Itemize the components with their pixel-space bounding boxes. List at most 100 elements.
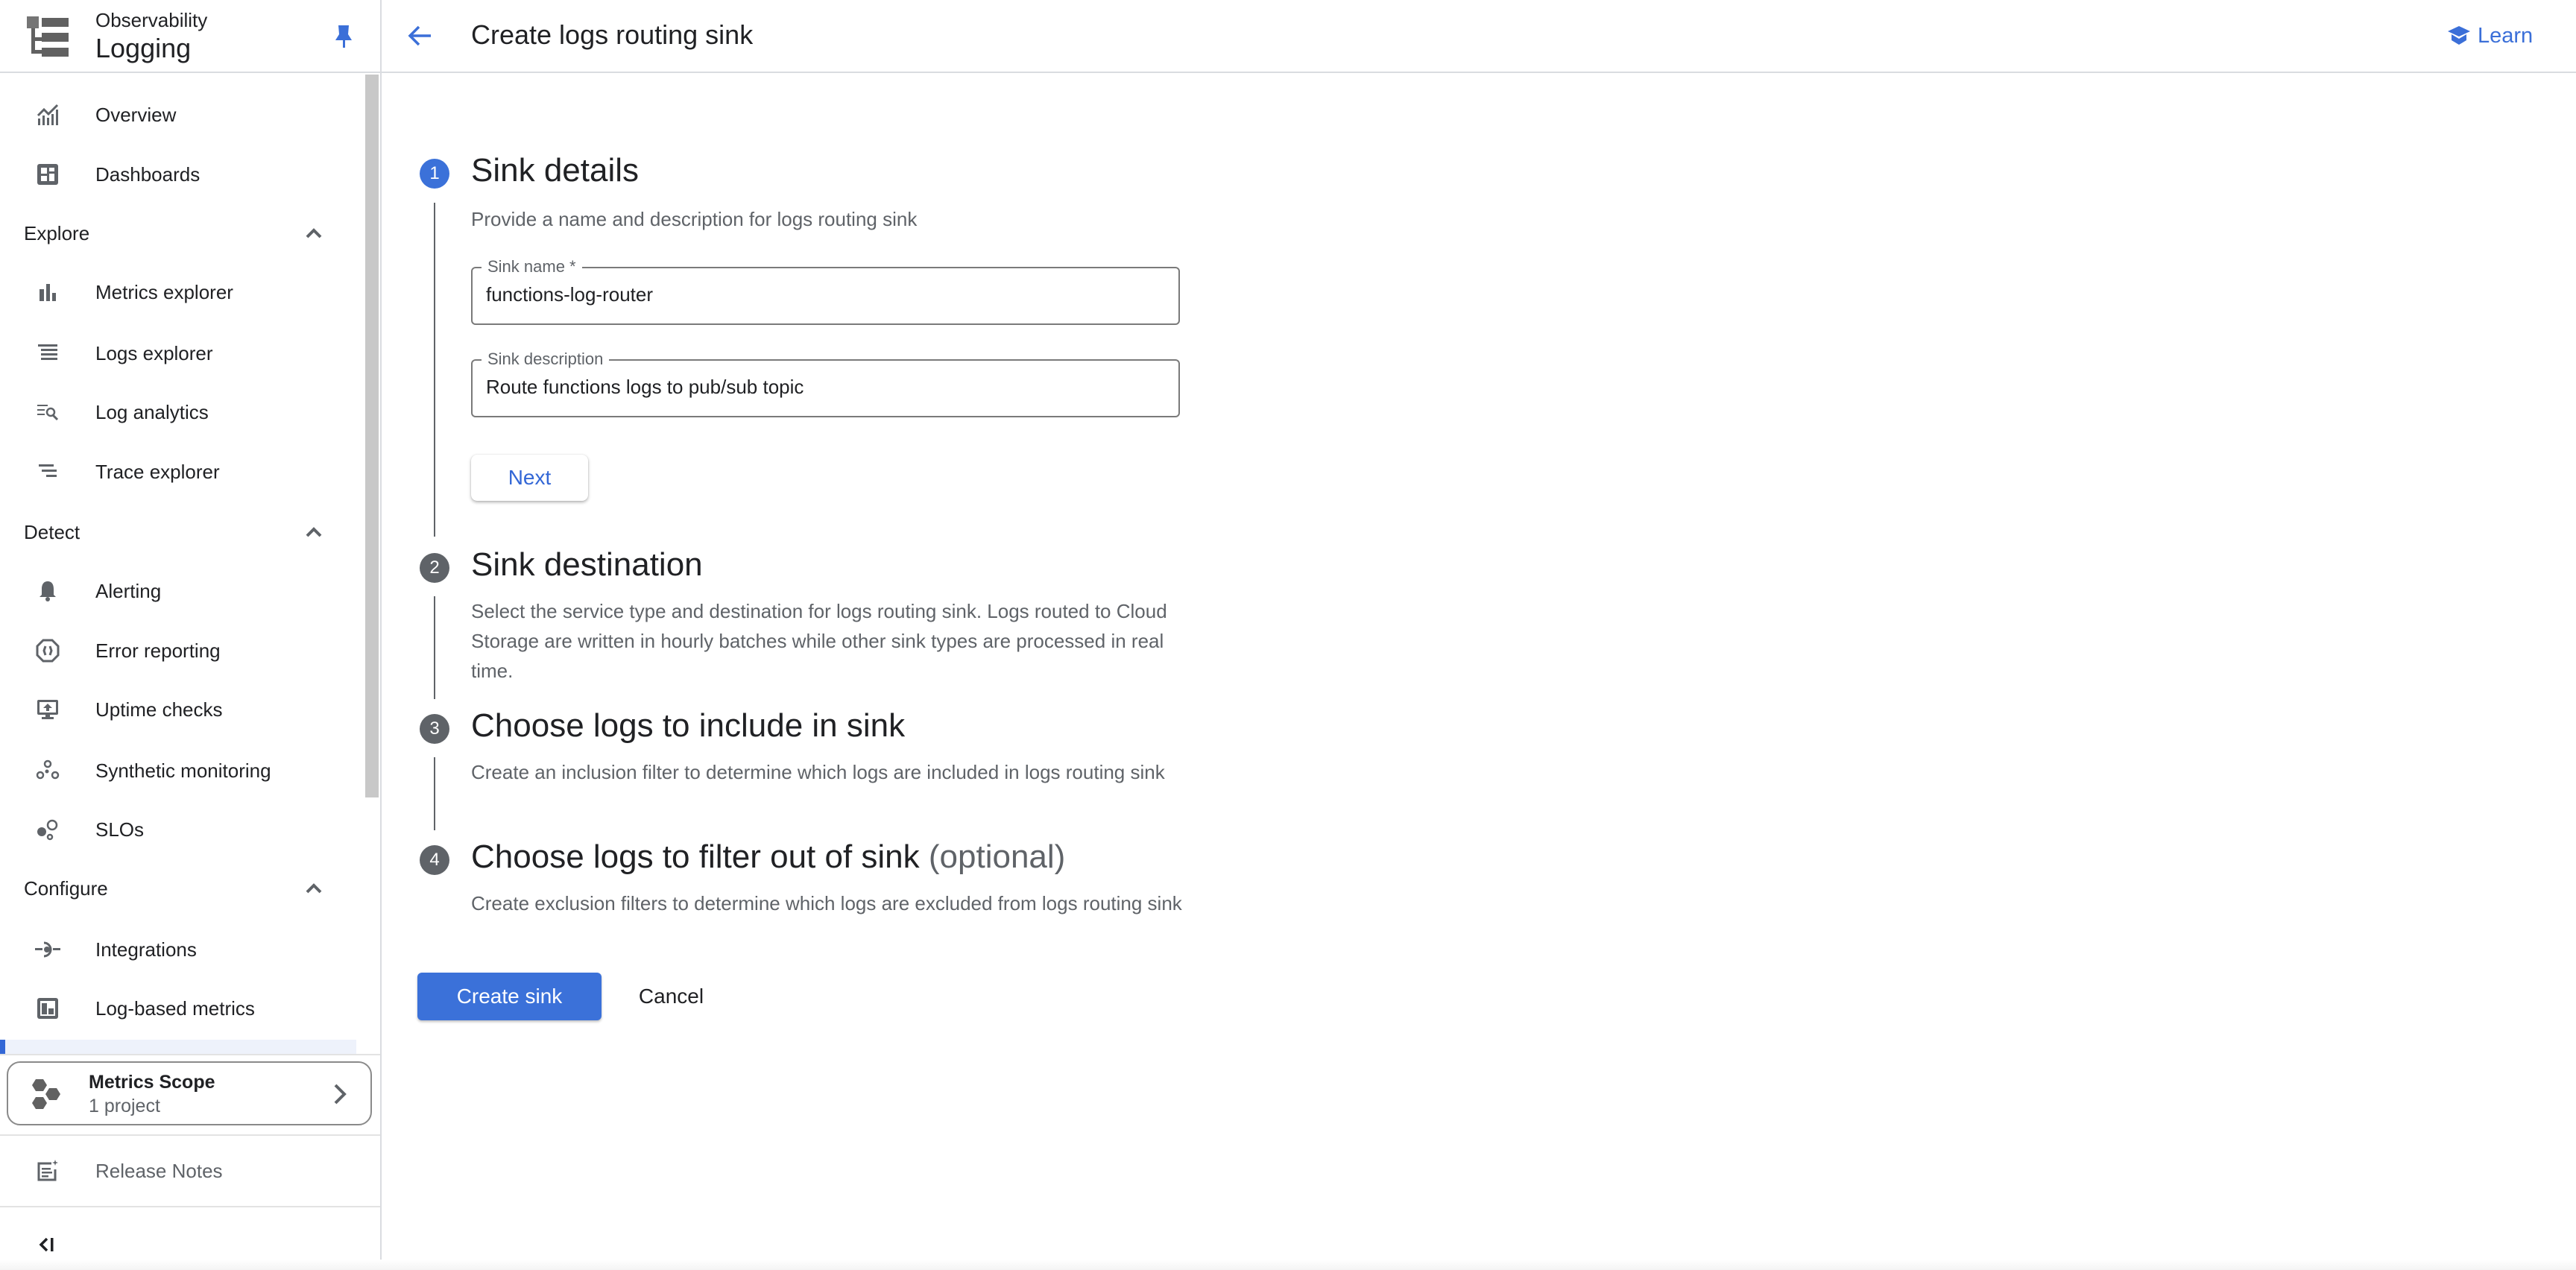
bell-icon xyxy=(34,578,61,604)
sidebar-scrollbar-thumb[interactable] xyxy=(365,75,379,797)
sink-description-input[interactable] xyxy=(486,376,1157,399)
learn-label: Learn xyxy=(2478,23,2534,48)
next-button[interactable]: Next xyxy=(471,455,588,501)
divider xyxy=(0,1054,380,1055)
chevron-up-icon xyxy=(303,222,325,244)
sidebar-active-item-partial[interactable] xyxy=(0,1040,356,1055)
create-sink-button[interactable]: Create sink xyxy=(417,973,602,1020)
logging-product-icon xyxy=(27,15,70,58)
sidebar-item-label: SLOs xyxy=(95,818,145,841)
page-header: Create logs routing sink Learn xyxy=(382,0,2576,73)
sidebar-item-log-based-metrics[interactable]: Log-based metrics xyxy=(0,982,358,1034)
section-header-explore[interactable]: Explore xyxy=(0,207,358,259)
sidebar-item-log-analytics[interactable]: Log analytics xyxy=(0,386,358,438)
step-4-number-badge: 4 xyxy=(420,845,449,875)
sink-name-label: Sink name * xyxy=(482,257,582,277)
collapse-sidebar-icon[interactable] xyxy=(37,1234,57,1255)
step-3-title[interactable]: Choose logs to include in sink xyxy=(471,707,905,745)
metrics-scope-title: Metrics Scope xyxy=(89,1072,215,1093)
chevron-right-icon xyxy=(331,1082,349,1106)
sink-description-field[interactable]: Sink description xyxy=(471,350,1180,417)
bar-chart-icon xyxy=(34,279,61,306)
sidebar-item-trace-explorer[interactable]: Trace explorer xyxy=(0,446,358,498)
back-arrow-icon[interactable] xyxy=(407,22,434,49)
section-title: Configure xyxy=(24,876,108,900)
sidebar-item-alerting[interactable]: Alerting xyxy=(0,565,358,617)
learn-button[interactable]: Learn xyxy=(2446,21,2533,51)
section-title: Detect xyxy=(24,520,80,543)
cancel-button[interactable]: Cancel xyxy=(625,973,718,1020)
step-connector-line xyxy=(434,757,435,830)
sidebar-item-synthetic-monitoring[interactable]: Synthetic monitoring xyxy=(0,745,358,797)
step-1-description: Provide a name and description for logs … xyxy=(471,208,918,230)
metrics-scope-button[interactable]: Metrics Scope 1 project xyxy=(7,1061,372,1125)
step-2-title[interactable]: Sink destination xyxy=(471,546,703,584)
sidebar-item-label: Log analytics xyxy=(95,400,209,423)
synthetic-circles-icon xyxy=(34,757,61,784)
sidebar-item-metrics-explorer[interactable]: Metrics explorer xyxy=(0,266,358,318)
error-reporting-icon xyxy=(34,637,61,664)
log-metrics-icon xyxy=(34,995,61,1022)
sidebar-item-label: Uptime checks xyxy=(95,698,223,721)
step-1-title[interactable]: Sink details xyxy=(471,152,639,189)
sidebar: Observability Logging Overview Dashboard… xyxy=(0,0,382,1270)
page-title: Create logs routing sink xyxy=(471,19,754,50)
pin-icon[interactable] xyxy=(334,24,353,49)
sidebar-item-label: Metrics explorer xyxy=(95,280,233,303)
step-3-description: Create an inclusion filter to determine … xyxy=(471,761,1165,783)
sidebar-item-label: Trace explorer xyxy=(95,460,220,483)
bottom-edge xyxy=(0,1260,2576,1270)
chevron-up-icon xyxy=(303,877,325,900)
product-header: Observability Logging xyxy=(0,0,380,73)
sidebar-item-dashboards[interactable]: Dashboards xyxy=(0,148,358,200)
sink-name-field[interactable]: Sink name * xyxy=(471,257,1180,325)
step-2-description: Select the service type and destination … xyxy=(471,600,1167,682)
section-title: Explore xyxy=(24,221,90,244)
step-4-description: Create exclusion filters to determine wh… xyxy=(471,892,1182,914)
divider xyxy=(0,1206,380,1207)
sidebar-item-logs-explorer[interactable]: Logs explorer xyxy=(0,327,358,379)
dashboard-icon xyxy=(34,161,61,188)
chevron-up-icon xyxy=(303,521,325,543)
sidebar-item-release-notes[interactable]: Release Notes xyxy=(0,1145,358,1197)
sink-name-input[interactable] xyxy=(486,283,1157,306)
sidebar-item-label: Error reporting xyxy=(95,639,221,662)
sidebar-item-overview[interactable]: Overview xyxy=(0,89,358,141)
product-supertitle: Observability xyxy=(95,9,208,31)
active-indicator xyxy=(0,1040,5,1055)
section-header-configure[interactable]: Configure xyxy=(0,862,358,914)
sidebar-item-uptime-checks[interactable]: Uptime checks xyxy=(0,683,358,736)
step-connector-line xyxy=(434,596,435,699)
metrics-scope-subtitle: 1 project xyxy=(89,1096,160,1116)
step-4-title-text: Choose logs to filter out of sink xyxy=(471,838,920,875)
slo-circles-icon xyxy=(34,816,61,843)
sidebar-item-label: Overview xyxy=(95,103,177,126)
sidebar-item-label: Release Notes xyxy=(95,1159,223,1182)
sidebar-item-label: Logs explorer xyxy=(95,341,213,364)
step-2-number-badge: 2 xyxy=(420,553,449,583)
optional-suffix: (optional) xyxy=(928,838,1066,875)
overview-chart-icon xyxy=(34,101,61,128)
monitor-upload-icon xyxy=(34,696,61,723)
list-lines-icon xyxy=(34,340,61,367)
product-title: Logging xyxy=(95,33,192,63)
release-notes-icon xyxy=(34,1157,61,1184)
step-4-title[interactable]: Choose logs to filter out of sink (optio… xyxy=(471,838,1065,876)
graduation-cap-icon xyxy=(2446,25,2472,47)
integrations-icon xyxy=(34,936,61,963)
sidebar-item-label: Alerting xyxy=(95,579,162,602)
list-search-icon xyxy=(34,399,61,426)
section-header-detect[interactable]: Detect xyxy=(0,506,358,558)
sidebar-item-slos[interactable]: SLOs xyxy=(0,803,358,856)
sidebar-item-integrations[interactable]: Integrations xyxy=(0,923,358,976)
sink-description-label: Sink description xyxy=(482,350,610,369)
step-3-number-badge: 3 xyxy=(420,714,449,744)
sidebar-item-label: Dashboards xyxy=(95,162,201,186)
sidebar-item-error-reporting[interactable]: Error reporting xyxy=(0,625,358,677)
sidebar-item-label: Log-based metrics xyxy=(95,996,255,1020)
hexagons-icon xyxy=(29,1078,65,1112)
step-connector-line xyxy=(434,203,435,537)
step-1-number-badge: 1 xyxy=(420,159,449,189)
sidebar-item-label: Integrations xyxy=(95,938,197,961)
trace-icon xyxy=(34,458,61,485)
